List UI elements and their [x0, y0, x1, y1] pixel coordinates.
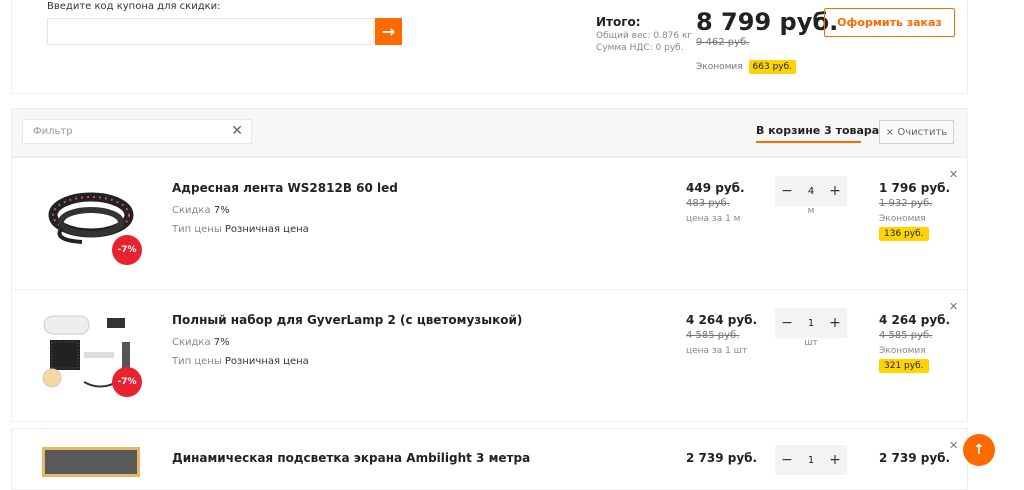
item-economy-badge: 321 руб. — [879, 359, 929, 373]
quantity-unit: шт — [804, 338, 818, 348]
close-icon: × — [885, 127, 895, 138]
cart-toolbar: Фильтр ✕ В корзине 3 товара × Очистить — [11, 108, 968, 157]
product-discount: Скидка 7% — [172, 337, 230, 348]
minus-button[interactable]: − — [775, 315, 799, 331]
tab-cart[interactable]: В корзине 3 товара — [756, 124, 879, 137]
arrow-right-icon: → — [381, 22, 396, 41]
plus-button[interactable]: + — [823, 315, 847, 331]
close-icon[interactable]: ✕ — [231, 120, 243, 143]
coupon-apply-button[interactable]: → — [375, 18, 402, 45]
remove-item-button[interactable]: ✕ — [949, 168, 958, 181]
price-unit: цена за 1 шт — [686, 346, 748, 356]
scroll-to-top-button[interactable]: ↑ — [963, 434, 995, 466]
plus-button[interactable]: + — [823, 183, 847, 199]
price-type-label: Тип цены — [172, 356, 222, 367]
item-economy-label: Экономия — [879, 346, 926, 356]
quantity-stepper: − 4 + — [775, 176, 847, 206]
quantity-unit: м — [807, 206, 815, 216]
total-label: Итого: — [596, 15, 641, 29]
quantity-stepper: − 1 + — [775, 308, 847, 338]
price-type-value: Розничная цена — [224, 356, 309, 367]
total-nds: Сумма НДС: 0 руб. — [596, 43, 684, 53]
order-summary-panel: Введите код купона для скидки: → Итого: … — [11, 0, 968, 94]
product-image-ambilight[interactable] — [42, 447, 140, 477]
item-sum: 4 264 руб. — [879, 313, 951, 327]
coupon-label: Введите код купона для скидки: — [47, 1, 221, 12]
discount-value: 7% — [213, 337, 230, 348]
quantity-value[interactable]: 4 — [799, 186, 823, 197]
price-unit: цена за 1 м — [686, 214, 741, 224]
item-old-sum: 4 585 руб. — [879, 330, 933, 341]
unit-price: 4 264 руб. — [686, 313, 758, 327]
discount-badge: -7% — [112, 235, 142, 265]
item-sum: 1 796 руб. — [879, 181, 951, 195]
economy-badge: 663 руб. — [748, 60, 797, 74]
total-economy: Экономия 663 руб. — [696, 60, 797, 74]
item-economy-badge: 136 руб. — [879, 227, 929, 241]
tab-active-indicator — [756, 141, 861, 143]
clear-cart-button[interactable]: × Очистить — [879, 120, 954, 144]
discount-badge: -7% — [112, 367, 142, 397]
checkout-button[interactable]: Оформить заказ — [824, 8, 955, 37]
product-title[interactable]: Адресная лента WS2812B 60 led — [172, 181, 398, 195]
product-price-type: Тип цены Розничная цена — [172, 356, 309, 367]
coupon-input[interactable] — [47, 18, 374, 45]
discount-label: Скидка — [172, 337, 211, 348]
cart-item: -7% Адресная лента WS2812B 60 led Скидка… — [11, 157, 968, 290]
quantity-stepper: − 1 + — [775, 445, 847, 475]
unit-old-price: 4 585 руб. — [686, 330, 740, 341]
filter-placeholder: Фильтр — [33, 126, 73, 137]
price-type-label: Тип цены — [172, 224, 222, 235]
total-price: 8 799 руб. — [696, 8, 839, 36]
price-type-value: Розничная цена — [224, 224, 309, 235]
remove-item-button[interactable]: ✕ — [949, 300, 958, 313]
cart-item: Динамическая подсветка экрана Ambilight … — [11, 428, 968, 490]
item-sum: 2 739 руб. — [879, 451, 951, 465]
discount-label: Скидка — [172, 205, 211, 216]
clear-cart-label: Очистить — [897, 127, 948, 138]
product-title[interactable]: Динамическая подсветка экрана Ambilight … — [172, 451, 530, 465]
cart-item: -7% Полный набор для GyverLamp 2 (с цвет… — [11, 289, 968, 422]
filter-input[interactable]: Фильтр ✕ — [22, 119, 252, 144]
product-title[interactable]: Полный набор для GyverLamp 2 (с цветомуз… — [172, 313, 522, 327]
product-discount: Скидка 7% — [172, 205, 230, 216]
unit-price: 2 739 руб. — [686, 451, 758, 465]
economy-label: Экономия — [696, 62, 743, 72]
total-weight: Общий вес: 0.876 кг — [596, 31, 693, 41]
discount-value: 7% — [213, 205, 230, 216]
item-old-sum: 1 932 руб. — [879, 198, 933, 209]
unit-price: 449 руб. — [686, 181, 745, 195]
remove-item-button[interactable]: ✕ — [949, 439, 958, 452]
total-old-price: 9 462 руб. — [696, 37, 750, 48]
quantity-value[interactable]: 1 — [799, 318, 823, 329]
product-price-type: Тип цены Розничная цена — [172, 224, 309, 235]
unit-old-price: 483 руб. — [686, 198, 730, 209]
arrow-up-icon: ↑ — [973, 442, 985, 458]
minus-button[interactable]: − — [775, 183, 799, 199]
quantity-value[interactable]: 1 — [799, 455, 823, 466]
item-economy-label: Экономия — [879, 214, 926, 224]
